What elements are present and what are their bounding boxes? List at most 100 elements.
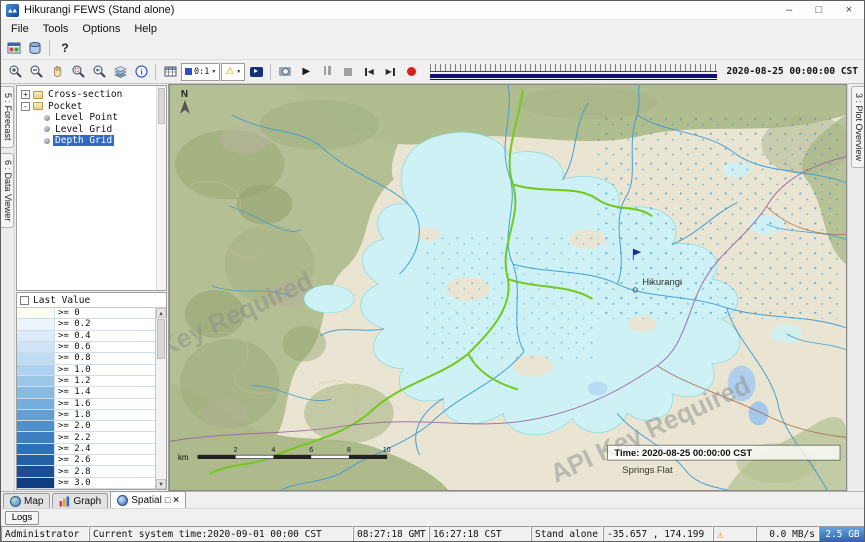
logs-row: Logs (1, 508, 864, 526)
app-window: Hikurangi FEWS (Stand alone) – □ × File … (0, 0, 865, 542)
right-tab-strip: 3 : Plot Overview (847, 84, 864, 491)
minimize-button[interactable]: – (774, 1, 804, 19)
info-icon: i (134, 64, 149, 79)
legend-row: >= 2.8 (17, 466, 155, 477)
database-button[interactable] (25, 38, 45, 58)
tab-close-icon[interactable]: × (173, 495, 179, 506)
scroll-down-icon[interactable]: ▼ (156, 479, 166, 489)
expand-icon[interactable]: + (21, 90, 30, 99)
tab-spatial[interactable]: Spatial □ × (110, 491, 186, 508)
legend-swatch (17, 365, 55, 375)
logs-button[interactable]: Logs (5, 511, 39, 525)
record-icon (407, 67, 416, 76)
timeline-ruler[interactable] (430, 64, 717, 72)
zoom-out-icon (29, 64, 44, 79)
grid-display-button[interactable] (160, 62, 180, 82)
layers-button[interactable] (110, 62, 130, 82)
main-toolbar: ? (1, 37, 864, 59)
side-tab-forecast[interactable]: 5 : Forecast (1, 86, 14, 148)
close-button[interactable]: × (834, 1, 864, 19)
menu-file[interactable]: File (4, 21, 36, 37)
toolbar-separator (155, 64, 156, 80)
tab-graph[interactable]: Graph (52, 493, 108, 508)
stop-button[interactable] (338, 62, 358, 82)
left-tab-strip: 5 : Forecast 6 : Data Viewer (1, 84, 15, 491)
status-local-time: 16:27:18 CST (429, 526, 531, 542)
legend-scrollbar[interactable]: ▲ ▼ (155, 308, 166, 489)
grid-layer-combo[interactable]: 0:1 ▼ (181, 63, 220, 81)
grid-icon (163, 64, 178, 79)
side-tab-data-viewer[interactable]: 6 : Data Viewer (1, 153, 14, 228)
menu-options[interactable]: Options (75, 21, 127, 37)
zoom-region-button[interactable] (68, 62, 88, 82)
layers-icon (113, 64, 128, 79)
timeline-slider[interactable] (430, 64, 717, 81)
maximize-button[interactable]: □ (804, 1, 834, 19)
bullet-icon (44, 126, 50, 132)
tree-scrollbar[interactable] (156, 86, 166, 290)
legend-row: >= 0.8 (17, 353, 155, 364)
status-user: Administrator (1, 526, 89, 542)
statusbar: Administrator Current system time:2020-0… (1, 526, 864, 542)
threshold-combo[interactable]: ⚠ ▼ (221, 63, 245, 81)
record-button[interactable] (401, 62, 421, 82)
side-tab-plot-overview[interactable]: 3 : Plot Overview (851, 86, 864, 168)
pan-hand-icon (50, 64, 65, 79)
legend-swatch (17, 387, 55, 397)
toolbar-separator (49, 40, 50, 56)
status-mode: Stand alone (531, 526, 603, 542)
collapse-icon[interactable]: - (21, 102, 30, 111)
legend-row: >= 1.4 (17, 387, 155, 398)
folder-icon (33, 102, 43, 110)
explorer-button[interactable] (4, 38, 24, 58)
tree-item-depth-grid[interactable]: Depth Grid (17, 135, 166, 147)
info-button[interactable]: i (131, 62, 151, 82)
help-button[interactable]: ? (54, 38, 76, 58)
pause-button[interactable] (317, 62, 337, 82)
menu-help[interactable]: Help (127, 21, 164, 37)
tree-item-pocket[interactable]: - Pocket (17, 101, 166, 113)
window-controls: – □ × (774, 1, 864, 19)
stop-icon (344, 68, 352, 76)
zoom-in-button[interactable] (5, 62, 25, 82)
zoom-previous-button[interactable] (89, 62, 109, 82)
play-button[interactable]: ▶ (296, 62, 316, 82)
legend-swatch (17, 455, 55, 465)
caret-down-icon: ▼ (211, 69, 216, 75)
tree-item-cross-section[interactable]: + Cross-section (17, 89, 166, 101)
svg-text:10: 10 (383, 447, 391, 454)
pan-button[interactable] (47, 62, 67, 82)
svg-text:4: 4 (271, 447, 275, 454)
layer-tree: + Cross-section - Pocket Level Point Lev… (16, 85, 167, 291)
scroll-up-icon[interactable]: ▲ (156, 308, 166, 318)
legend-row: >= 2.2 (17, 432, 155, 443)
tree-item-level-grid[interactable]: Level Grid (17, 124, 166, 136)
snapshot-button[interactable] (275, 62, 295, 82)
menu-tools[interactable]: Tools (36, 21, 76, 37)
map-canvas: API Key Required API Key Required Hikura… (170, 85, 846, 490)
scrollbar-thumb[interactable] (157, 319, 165, 359)
step-forward-button[interactable]: ▶ (380, 62, 400, 82)
step-back-button[interactable]: ◀ (359, 62, 379, 82)
detach-icon[interactable]: □ (165, 495, 170, 505)
zoom-out-button[interactable] (26, 62, 46, 82)
timeline-baseline (430, 79, 717, 80)
map-viewport[interactable]: API Key Required API Key Required Hikura… (169, 84, 847, 491)
last-value-checkbox[interactable] (20, 296, 29, 305)
tree-item-level-point[interactable]: Level Point (17, 112, 166, 124)
status-warning-cell: ⚠ (713, 526, 756, 542)
window-title: Hikurangi FEWS (Stand alone) (24, 4, 174, 16)
zoom-previous-icon (92, 64, 107, 79)
svg-text:2: 2 (234, 447, 238, 454)
legend-swatch (17, 331, 55, 341)
main-content: 5 : Forecast 6 : Data Viewer + Cross-sec… (1, 84, 864, 491)
caret-down-icon: ▼ (236, 69, 241, 75)
legend-swatch (17, 466, 55, 476)
legend-swatch (17, 353, 55, 363)
titlebar[interactable]: Hikurangi FEWS (Stand alone) – □ × (1, 1, 864, 20)
scrollbar-thumb[interactable] (158, 88, 165, 124)
tab-map[interactable]: Map (3, 493, 50, 508)
animation-display-button[interactable] (246, 62, 266, 82)
legend-swatch (17, 308, 55, 318)
legend-row: >= 0.4 (17, 331, 155, 342)
